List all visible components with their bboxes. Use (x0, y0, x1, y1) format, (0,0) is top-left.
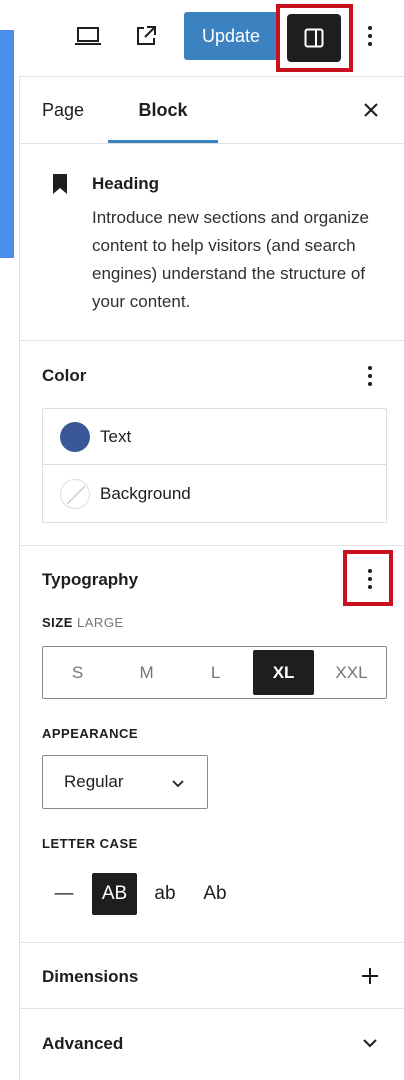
block-title: Heading (92, 174, 160, 193)
size-value: LARGE (77, 615, 124, 630)
settings-sidebar-toggle-button[interactable] (287, 14, 341, 62)
more-vertical-icon (368, 26, 372, 30)
letter-case-label: LETTER CASE (42, 836, 138, 851)
block-card: Heading Introduce new sections and organ… (20, 144, 404, 341)
color-item-label: Background (100, 484, 191, 503)
section-divider (20, 545, 404, 546)
size-option-xxl[interactable]: XXL (317, 647, 386, 698)
dimensions-add-button[interactable] (354, 960, 386, 992)
active-tab-indicator (108, 140, 218, 143)
letter-case-capitalize[interactable]: Ab (194, 873, 236, 915)
sidebar-tabs: Page Block (20, 76, 404, 144)
tab-block[interactable]: Block (108, 77, 218, 143)
close-icon (364, 103, 378, 117)
sidebar-toggle-icon (304, 28, 324, 48)
color-panel-title: Color (42, 366, 87, 385)
advanced-panel-title[interactable]: Advanced (42, 1034, 123, 1054)
top-toolbar: Update (0, 0, 404, 76)
size-option-l[interactable]: L (181, 647, 250, 698)
laptop-icon (75, 27, 101, 45)
letter-case-none[interactable]: — (50, 873, 78, 915)
color-list: Text Background (42, 408, 387, 523)
color-item-label: Text (100, 426, 132, 446)
background-color-swatch (60, 479, 90, 509)
font-size-picker: S M L XL XXL (42, 646, 387, 699)
bookmark-icon (53, 174, 67, 194)
advanced-expand-button[interactable] (354, 1027, 386, 1059)
dimensions-panel-title[interactable]: Dimensions (42, 967, 138, 987)
tab-page[interactable]: Page (42, 77, 84, 143)
appearance-label: APPEARANCE (42, 726, 139, 741)
block-description: Introduce new sections and organize cont… (92, 208, 369, 311)
more-vertical-icon (368, 366, 372, 370)
appearance-select[interactable]: Regular (42, 755, 208, 809)
chevron-down-icon (172, 780, 184, 788)
typography-options-button[interactable] (358, 564, 382, 594)
size-option-s[interactable]: S (43, 647, 112, 698)
letter-case-uppercase[interactable]: AB (92, 873, 137, 915)
color-options-button[interactable] (358, 362, 382, 390)
section-divider (20, 942, 404, 943)
typography-panel-title: Typography (42, 570, 139, 589)
size-option-m[interactable]: M (112, 647, 181, 698)
close-settings-button[interactable] (356, 95, 386, 125)
text-color-swatch (60, 421, 90, 452)
preview-laptop-button[interactable] (68, 20, 108, 52)
section-divider (20, 1008, 404, 1009)
color-item-text[interactable]: Text (43, 409, 386, 465)
appearance-value: Regular (64, 772, 124, 791)
chevron-down-icon (363, 1039, 377, 1048)
plus-icon (362, 968, 378, 984)
update-button[interactable]: Update (184, 12, 278, 60)
view-post-button[interactable] (128, 18, 164, 54)
external-link-icon (137, 26, 156, 45)
letter-case-lowercase[interactable]: ab (146, 873, 184, 915)
color-item-background[interactable]: Background (43, 466, 386, 522)
more-vertical-icon (368, 569, 372, 573)
options-menu-button[interactable] (358, 16, 382, 56)
size-label: SIZE LARGE (42, 615, 124, 630)
size-option-xl[interactable]: XL (253, 650, 314, 695)
